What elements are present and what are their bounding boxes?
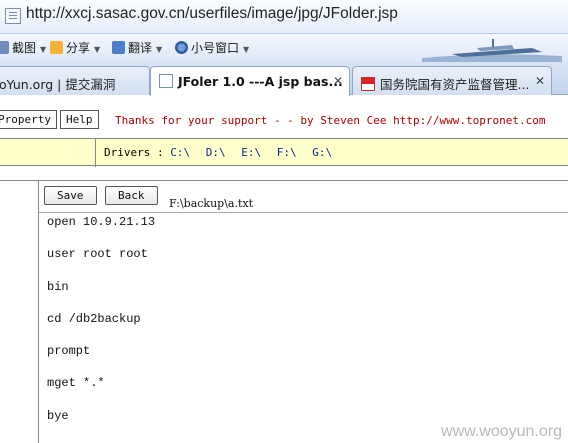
fav-label: 分享 bbox=[66, 41, 91, 55]
tab-label: oYun.org | 提交漏洞 bbox=[0, 77, 116, 92]
driver-link-g[interactable]: G:\ bbox=[312, 146, 332, 159]
drivers-label: Drivers : bbox=[104, 146, 164, 159]
page-icon bbox=[5, 8, 21, 24]
divider bbox=[95, 139, 96, 167]
content-line: open 10.9.21.13 bbox=[47, 215, 156, 229]
address-url[interactable]: http://xxcj.sasac.gov.cn/userfiles/image… bbox=[26, 5, 398, 23]
page-icon bbox=[159, 74, 173, 88]
editor-toolbar: Save Back F:\backup\a.txt bbox=[39, 181, 568, 213]
chevron-down-icon[interactable]: ▼ bbox=[156, 45, 162, 54]
screenshot-icon bbox=[0, 41, 9, 54]
driver-link-e[interactable]: E:\ bbox=[241, 146, 261, 159]
driver-link-c[interactable]: C:\ bbox=[170, 146, 190, 159]
help-button[interactable]: Help bbox=[60, 110, 99, 129]
drivers-list: Drivers : C:\ D:\ E:\ F:\ G:\ bbox=[104, 146, 341, 159]
tab-sasac[interactable]: 国务院国有资产监督管理... ✕ bbox=[352, 66, 552, 95]
address-bar: http://xxcj.sasac.gov.cn/userfiles/image… bbox=[0, 0, 568, 34]
file-path: F:\backup\a.txt bbox=[169, 197, 254, 210]
property-button[interactable]: Property bbox=[0, 110, 57, 129]
page-content: Property Help Thanks for your support - … bbox=[0, 96, 568, 443]
chevron-down-icon[interactable]: ▼ bbox=[94, 45, 100, 54]
left-pane bbox=[0, 181, 38, 443]
content-line: mget *.* bbox=[47, 376, 105, 391]
content-line: bin bbox=[47, 279, 69, 294]
driver-link-d[interactable]: D:\ bbox=[206, 146, 226, 159]
tab-bar: oYun.org | 提交漏洞 JFoler 1.0 ---A jsp bas.… bbox=[0, 62, 568, 96]
drivers-bar: Drivers : C:\ D:\ E:\ F:\ G:\ bbox=[0, 138, 568, 167]
favorites-bar: 截图 ▼ 分享 ▼ 翻译 ▼ 小号窗口 ▼ bbox=[0, 34, 568, 62]
close-icon[interactable]: ✕ bbox=[333, 74, 343, 88]
fav-label: 翻译 bbox=[128, 41, 153, 55]
driver-link-f[interactable]: F:\ bbox=[277, 146, 297, 159]
tab-jfoler[interactable]: JFoler 1.0 ---A jsp bas... ✕ bbox=[150, 66, 350, 96]
small-window-icon bbox=[175, 41, 188, 54]
save-button[interactable]: Save bbox=[44, 186, 97, 205]
watermark: www.wooyun.org bbox=[441, 423, 562, 440]
file-content[interactable]: open 10.9.21.13 user root root bin cd /d… bbox=[47, 215, 155, 441]
fav-label: 截图 bbox=[12, 41, 37, 55]
content-line: cd /db2backup bbox=[47, 311, 141, 326]
share-icon bbox=[50, 41, 63, 54]
back-button[interactable]: Back bbox=[105, 186, 158, 205]
thanks-text[interactable]: Thanks for your support - - by Steven Ce… bbox=[115, 114, 545, 127]
content-line: prompt bbox=[47, 344, 91, 359]
fav-screenshot[interactable]: 截图 ▼ bbox=[0, 39, 46, 56]
tab-wooyun[interactable]: oYun.org | 提交漏洞 bbox=[0, 66, 150, 95]
fav-label: 小号窗口 bbox=[191, 41, 240, 55]
fav-small-window[interactable]: 小号窗口 ▼ bbox=[175, 39, 249, 56]
chevron-down-icon[interactable]: ▼ bbox=[40, 45, 46, 54]
flag-icon bbox=[361, 77, 375, 91]
tab-label: 国务院国有资产监督管理... bbox=[380, 77, 530, 92]
chevron-down-icon[interactable]: ▼ bbox=[243, 45, 249, 54]
content-line: bye bbox=[47, 408, 69, 423]
fav-translate[interactable]: 翻译 ▼ bbox=[112, 39, 162, 56]
content-line: user root root bbox=[47, 247, 148, 262]
tab-label: JFoler 1.0 ---A jsp bas... bbox=[178, 74, 343, 89]
file-editor: Save Back F:\backup\a.txt open 10.9.21.1… bbox=[39, 181, 568, 443]
translate-icon bbox=[112, 41, 125, 54]
ship-logo-icon bbox=[422, 39, 562, 62]
fav-share[interactable]: 分享 ▼ bbox=[50, 39, 100, 56]
close-icon[interactable]: ✕ bbox=[535, 74, 545, 88]
file-panel: Save Back F:\backup\a.txt open 10.9.21.1… bbox=[0, 180, 568, 443]
